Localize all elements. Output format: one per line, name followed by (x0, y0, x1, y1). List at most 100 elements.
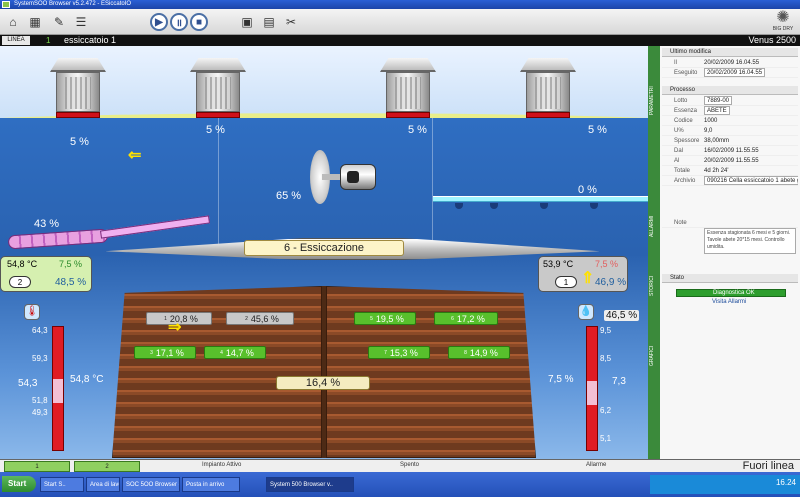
gauge-tick: 51,8 (32, 396, 48, 405)
diagnostic-status: Diagnostica OK (676, 289, 786, 297)
gauge-band (53, 379, 63, 403)
taskbar-item-active[interactable]: System 500 Browser v.. (266, 477, 354, 492)
humidity-gauge[interactable] (586, 326, 598, 451)
taskbar-item[interactable]: Start S.. (40, 477, 84, 492)
tab-parametri[interactable]: PARAMETRI (649, 66, 659, 136)
screen-icon[interactable]: ▣ (238, 13, 256, 31)
damper-indicator (526, 112, 570, 118)
info-row: Essenza ABETE (662, 106, 798, 116)
phase-label[interactable]: 6 - Essiccazione (244, 240, 404, 256)
clock: 16.24 (775, 478, 796, 487)
tools-icon[interactable]: ✂ (282, 13, 300, 31)
taskbar-item[interactable]: Posta in arrivo (182, 477, 240, 492)
start-button[interactable]: Start (2, 476, 36, 492)
vent-chimney-3[interactable] (380, 58, 436, 120)
info-row: Il 20/02/2009 16.04.55 (662, 58, 798, 68)
list-icon[interactable]: ☰ (72, 13, 90, 31)
info-row: U% 9,0 (662, 126, 798, 136)
status-bar: 1 2 Impianto Attivo Spento Allarme Fuori… (0, 459, 800, 472)
moisture-probe-8[interactable]: 8 14,9 % (448, 346, 510, 359)
tab-linea[interactable]: LINEA (2, 36, 30, 45)
status-plant: Impianto Attivo (202, 462, 242, 468)
info-row: Dal 16/02/2009 11.55.55 (662, 146, 798, 156)
kiln-model: Venus 2500 (748, 35, 796, 45)
moisture-probe-7[interactable]: 7 15,3 % (368, 346, 430, 359)
gauge-value: 54,3 (18, 378, 38, 389)
humidifier-percent: 0 % (578, 184, 597, 196)
window-title: SystemSOO Browser v5.2.472 - ESiccatoIO (14, 1, 132, 7)
vent-chimney-1[interactable] (50, 58, 106, 120)
info-row: Spessore 38,00mm (662, 136, 798, 146)
moisture-probe-6[interactable]: 6 17,2 % (434, 312, 498, 325)
gauge-setpoint: 7,5 % (548, 374, 574, 385)
damper-indicator (386, 112, 430, 118)
play-button[interactable]: ▶ (150, 13, 168, 31)
vent-chimney-4[interactable] (520, 58, 576, 120)
info-row: Archivio 090216 Cella essiccatoio 1 abete… (662, 176, 798, 186)
vent-percent-4: 5 % (588, 124, 607, 136)
tab-grafici[interactable]: GRAFICI (649, 326, 659, 386)
logo-text: BIG DRY (772, 26, 794, 32)
sensor-panel-left[interactable]: 54,8 °C 7,5 % 2 48,5 % (0, 256, 92, 292)
kiln-name: essiccatoio 1 (64, 35, 117, 45)
app-icon (2, 1, 10, 8)
stop-button[interactable]: ■ (190, 13, 208, 31)
section-process[interactable]: Processo (662, 86, 798, 95)
report-icon[interactable]: ✎ (50, 13, 68, 31)
gauge-value: 7,3 (612, 376, 626, 387)
humidity-value: 7,5 % (59, 259, 83, 269)
sensor-index-badge: 2 (9, 276, 31, 288)
chart-icon[interactable]: ▦ (26, 13, 44, 31)
brand-logo: ✺ BIG DRY (770, 9, 796, 35)
vent-percent-3: 5 % (408, 124, 427, 136)
damper-indicator (196, 112, 240, 118)
tab-allarmi[interactable]: ALLARMI (649, 196, 659, 256)
kiln-header: LINEA 1 essiccatoio 1 Venus 2500 (0, 35, 800, 46)
airflow-up-arrow-icon: ⇑ (581, 270, 595, 287)
stack-gap (322, 286, 326, 458)
info-row: Note (662, 218, 798, 228)
note-field[interactable]: Essenza stagionata 6 mesi e 5 giorni. Ta… (704, 228, 796, 254)
home-icon[interactable]: ⌂ (4, 13, 22, 31)
rh-value: 48,5 % (55, 277, 87, 288)
temperature-gauge[interactable] (52, 326, 64, 451)
section-last-modified[interactable]: Ultimo modifica (662, 48, 798, 57)
gauge-tick: 8,5 (600, 354, 612, 363)
status-off: Spento (400, 462, 420, 468)
view-alarms-link[interactable]: Visita Allarmi (676, 299, 746, 305)
app-window: { "window": { "title": "SystemSOO Browse… (0, 0, 800, 497)
kiln-diagram: 5 % 5 % 5 % 5 % ⇐ 65 % 0 % 43 % 6 - Essi… (0, 46, 648, 459)
kiln-number: 1 (46, 36, 51, 45)
fan-shaft (322, 174, 342, 180)
temperature-value: 54,8 °C (7, 259, 38, 269)
info-row: Codice 1000 (662, 116, 798, 126)
tab-zone-1[interactable]: 1 (4, 461, 70, 472)
vent-chimney-2[interactable] (190, 58, 246, 120)
humidity-value: 7,5 % (595, 259, 619, 269)
taskbar-item[interactable]: SOC 5OO Browser - Fo.. (122, 477, 180, 492)
pause-button[interactable]: ॥ (170, 13, 188, 31)
temperature-value: 53,9 °C (543, 259, 574, 269)
sensor-panel-right[interactable]: 53,9 °C 7,5 % 1 ⇑ 46,9 % (538, 256, 628, 292)
moisture-probe-5[interactable]: 5 19,5 % (354, 312, 416, 325)
section-status[interactable]: Stato (662, 274, 798, 283)
moisture-probe-4[interactable]: 4 14,7 % (204, 346, 266, 359)
vent-percent-2: 5 % (206, 124, 225, 136)
doc-icon[interactable]: ▤ (260, 13, 278, 31)
moisture-probe-2[interactable]: 2 45,6 % (226, 312, 294, 325)
fan-motor[interactable] (300, 146, 390, 206)
humidity-icon[interactable]: 💧 (578, 304, 594, 320)
connection-status: Fuori linea (742, 460, 794, 472)
window-titlebar: SystemSOO Browser v5.2.472 - ESiccatoIO (0, 0, 800, 9)
thermometer-icon[interactable]: 🌡 (24, 304, 40, 320)
side-tabs: PARAMETRI ALLARMI STORICI GRAFICI (648, 46, 660, 459)
status-alarm: Allarme (586, 462, 607, 468)
average-moisture[interactable]: 16,4 % (276, 376, 370, 390)
humidifier-pipe[interactable] (433, 196, 648, 202)
tab-storici[interactable]: STORICI (649, 261, 659, 311)
gauge-tick: 5,1 (600, 434, 612, 443)
taskbar-item[interactable]: Area di lavoro (86, 477, 120, 492)
moisture-probe-3[interactable]: 3 17,1 % (134, 346, 196, 359)
tab-zone-2[interactable]: 2 (74, 461, 140, 472)
rh-value: 46,9 % (595, 277, 627, 288)
